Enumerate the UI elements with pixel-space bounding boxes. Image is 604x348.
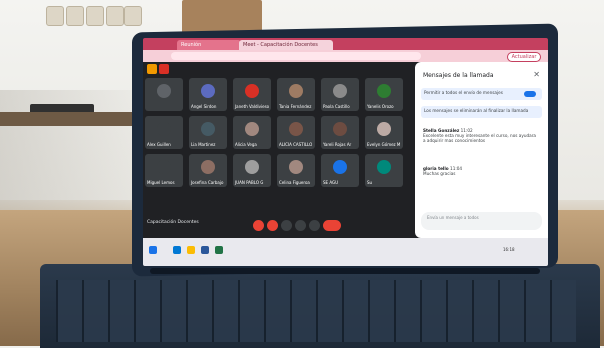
word-icon[interactable]: [201, 246, 209, 254]
avatar: [245, 160, 259, 174]
participant-tile[interactable]: Josefina Carbajo: [189, 154, 227, 187]
participant-name: Josefina Carbajo: [191, 180, 224, 185]
avatar: [289, 160, 303, 174]
chat-message: Stella González 11:02 Excelente esta muy…: [423, 128, 538, 143]
brand-icon: [147, 64, 157, 74]
excel-icon[interactable]: [215, 246, 223, 254]
laptop-screen: Reunión Meet - Capacitación Docentes Act…: [143, 38, 548, 266]
chrome-icon[interactable]: [187, 246, 195, 254]
toggle-switch[interactable]: [524, 91, 536, 97]
chat-panel: Mensajes de la llamada ✕ Permitir a todo…: [415, 62, 548, 238]
edge-icon[interactable]: [173, 246, 181, 254]
participant-tile[interactable]: Angel Sirdon: [189, 78, 227, 111]
avatar: [377, 122, 391, 136]
chat-permission-row[interactable]: Permitir a todos el envío de mensajes: [421, 88, 542, 100]
camera-off-icon[interactable]: [267, 220, 278, 231]
participant-tile[interactable]: Miguel Lemos: [145, 154, 183, 187]
laptop-hinge: [150, 268, 540, 274]
wall-socket: [66, 6, 84, 26]
participant-name: ALICIA CASTILLO: [279, 142, 313, 147]
avatar: [157, 122, 171, 136]
participant-tile[interactable]: Alex Guillen: [145, 116, 183, 149]
participant-name: Tania Fernández: [279, 104, 312, 109]
participant-tile[interactable]: Lia Martinez: [189, 116, 227, 149]
participant-name: Celina Figueroa: [279, 180, 310, 185]
wall-socket: [124, 6, 142, 26]
participant-tile[interactable]: Evelyn Gómez M: [365, 116, 403, 149]
back-table: [0, 112, 150, 126]
participant-tile[interactable]: JUAN PABLO G: [233, 154, 271, 187]
participant-tile[interactable]: Yanelis Orozo: [365, 78, 403, 111]
message-text: Excelente esta muy interesante el curso,…: [423, 133, 536, 143]
mic-off-icon[interactable]: [253, 220, 264, 231]
participant-name: Evelyn Gómez M: [367, 142, 401, 147]
participant-name: Janeth Valdivieso: [235, 104, 270, 109]
avatar: [201, 160, 215, 174]
chat-notice-text: Los mensajes se eliminarán al finalizar …: [424, 108, 529, 113]
avatar: [201, 84, 215, 98]
participant-tile[interactable]: Paola Castillo: [321, 78, 359, 111]
keyboard: [56, 280, 576, 342]
participant-name: Yareli Rojas Ar: [323, 142, 352, 147]
chat-notice: Los mensajes se eliminarán al finalizar …: [421, 106, 542, 118]
message-text: Muchas gracias: [423, 171, 456, 176]
participant-tile[interactable]: Tania Fernández: [277, 78, 315, 111]
avatar: [333, 122, 347, 136]
participant-tile[interactable]: Alicia Vega: [233, 116, 271, 149]
avatar: [377, 160, 391, 174]
raise-hand-icon[interactable]: [281, 220, 292, 231]
avatar: [245, 122, 259, 136]
avatar: [157, 160, 171, 174]
profile-button[interactable]: Actualizar: [507, 52, 541, 62]
participant-name: Alex Guillen: [147, 142, 171, 147]
participant-tile[interactable]: SE AGU: [321, 154, 359, 187]
brand-icon: [159, 64, 169, 74]
avatar: [245, 84, 259, 98]
taskbar: 16:18: [143, 238, 548, 266]
participant-tile[interactable]: Janeth Valdivieso: [233, 78, 271, 111]
leave-call-button[interactable]: [323, 220, 341, 231]
chat-permission-label: Permitir a todos el envío de mensajes: [424, 90, 503, 95]
participant-tile[interactable]: Yareli Rojas Ar: [321, 116, 359, 149]
avatar: [333, 84, 347, 98]
chat-message: gloria tello 11:04 Muchas gracias: [423, 166, 538, 176]
participant-tile[interactable]: ALICIA CASTILLO: [277, 116, 315, 149]
wall-socket: [46, 6, 64, 26]
wall-socket: [106, 6, 124, 26]
participant-name: JUAN PABLO G: [235, 180, 264, 185]
meeting-title: Capacitación Docentes: [147, 220, 199, 225]
participant-name: Angel Sirdon: [191, 104, 217, 109]
participant-name: Alicia Vega: [235, 142, 257, 147]
participant-name: Lia Martinez: [191, 142, 216, 147]
avatar: [157, 84, 171, 98]
avatar: [377, 84, 391, 98]
avatar: [201, 122, 215, 136]
participant-name: Su: [367, 180, 373, 185]
participant-name: Yanelis Orozo: [367, 104, 394, 109]
wall-socket: [86, 6, 104, 26]
browser-tab[interactable]: Reunión: [177, 40, 241, 50]
chat-title: Mensajes de la llamada: [423, 72, 494, 79]
participant-name: Miguel Lemos: [147, 180, 175, 185]
participant-name: Paola Castillo: [323, 104, 350, 109]
participant-tile[interactable]: Su: [365, 154, 403, 187]
more-options-icon[interactable]: [309, 220, 320, 231]
participant-tile[interactable]: Celina Figueroa: [277, 154, 315, 187]
clock: 16:18: [503, 247, 515, 252]
chat-input[interactable]: Envía un mensaje a todos: [421, 212, 542, 230]
avatar: [333, 160, 347, 174]
url-field[interactable]: [171, 52, 421, 60]
present-icon[interactable]: [295, 220, 306, 231]
browser-tab-active[interactable]: Meet - Capacitación Docentes: [239, 40, 333, 50]
avatar: [289, 84, 303, 98]
close-icon[interactable]: ✕: [533, 70, 540, 79]
participant-name: SE AGU: [323, 180, 339, 185]
start-icon[interactable]: [149, 246, 157, 254]
avatar: [289, 122, 303, 136]
participant-tile[interactable]: [145, 78, 183, 111]
